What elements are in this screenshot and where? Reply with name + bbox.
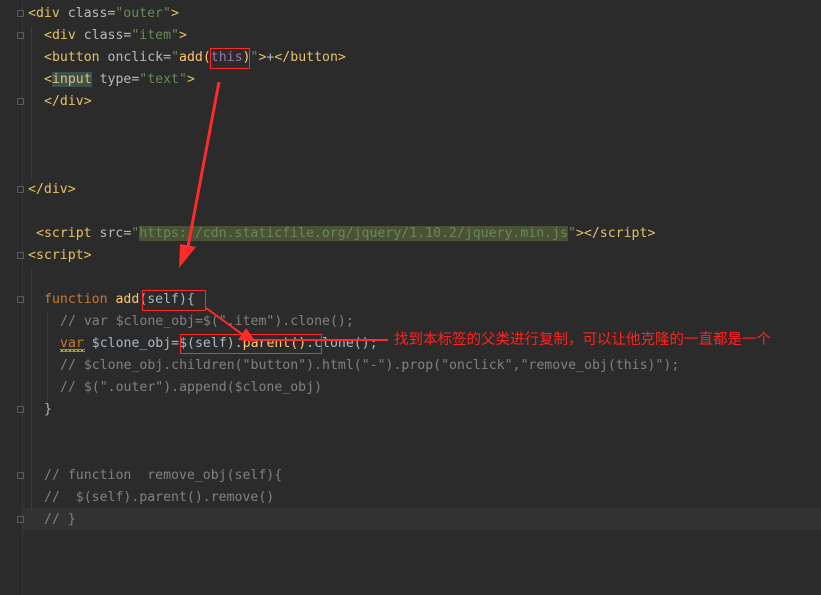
annotation-text: 找到本标签的父类进行复制，可以让他克隆的一直都是一个 xyxy=(394,332,771,348)
annotation-arrows xyxy=(179,81,388,342)
arrow-line xyxy=(205,307,247,338)
arrow-line xyxy=(185,81,221,253)
arrow-head-icon xyxy=(238,328,256,342)
code-editor[interactable]: <div class="outer"> <div class="item"> <… xyxy=(0,0,821,595)
arrow-head-icon xyxy=(179,244,196,268)
